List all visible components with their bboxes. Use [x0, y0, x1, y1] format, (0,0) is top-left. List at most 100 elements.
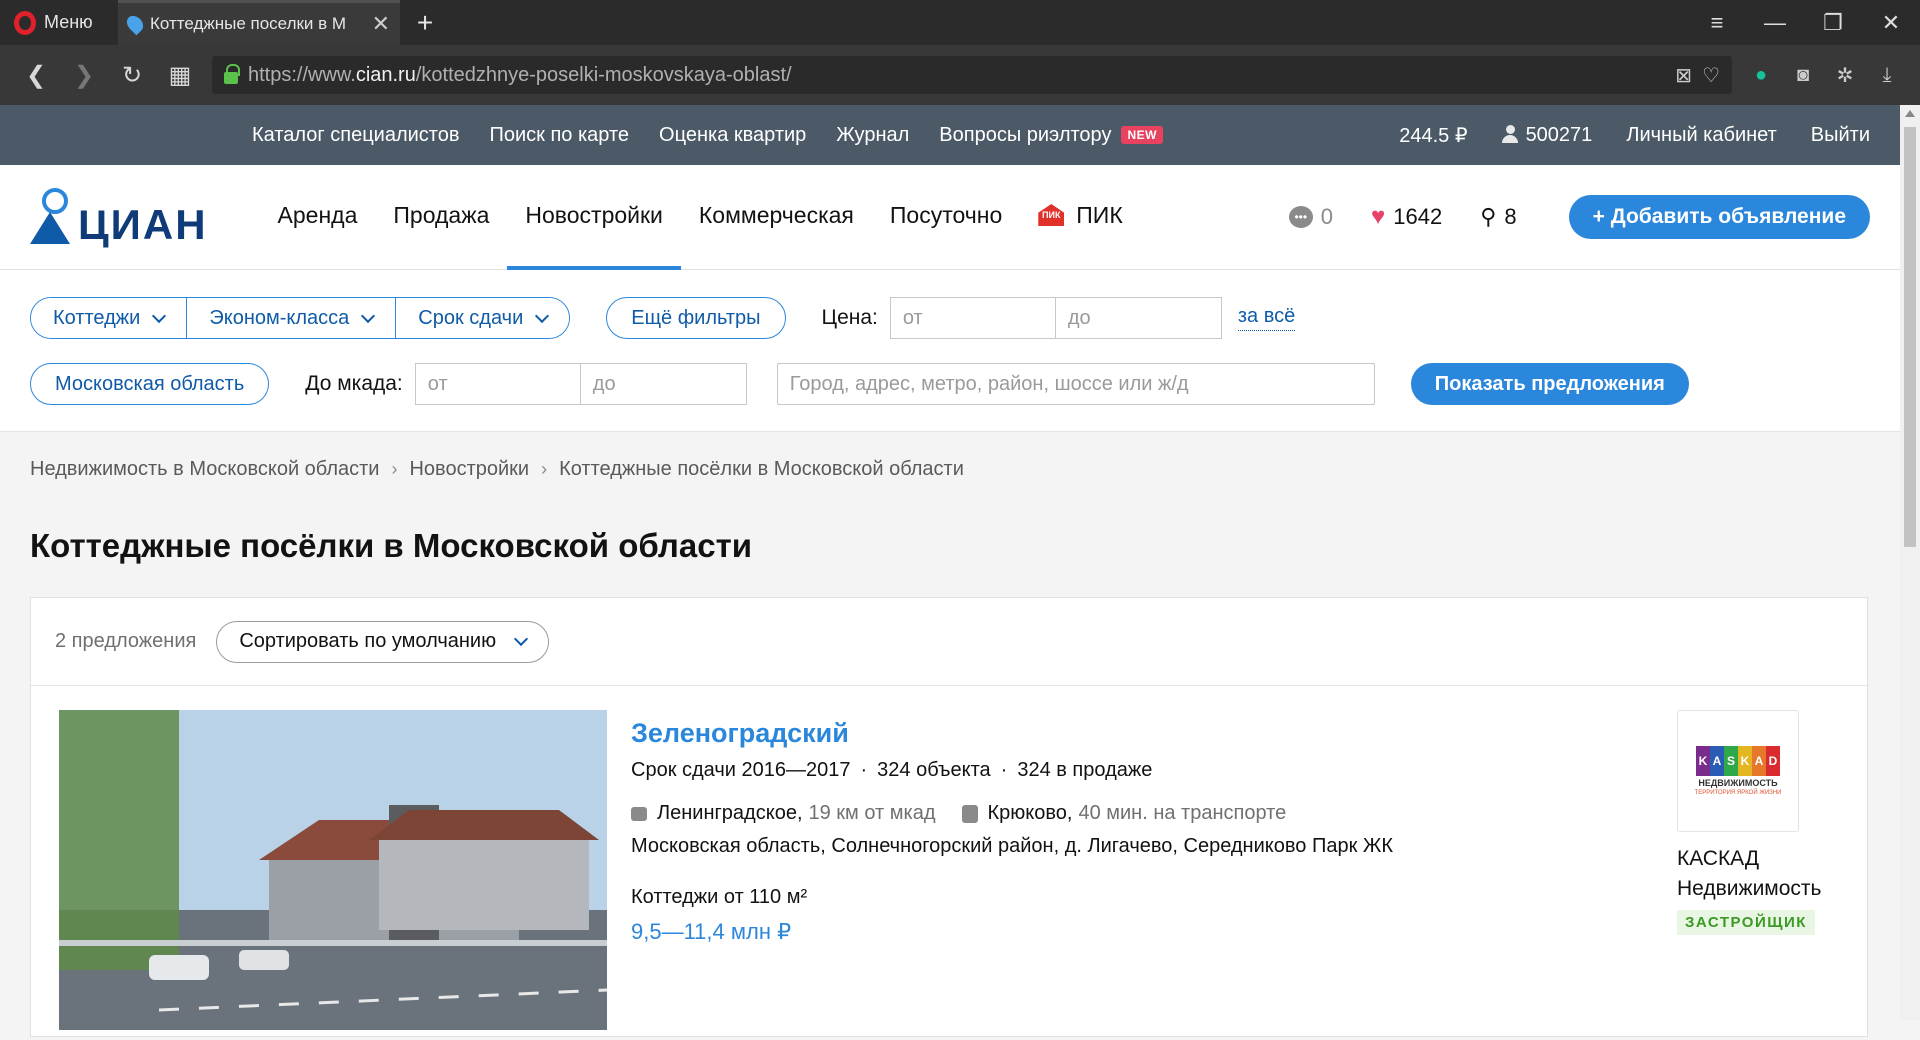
minimize-icon[interactable]: — [1746, 10, 1804, 36]
train-icon [961, 804, 978, 823]
address-search-input[interactable]: Город, адрес, метро, район, шоссе или ж/… [776, 363, 1375, 405]
cottage-photo-image [59, 710, 607, 1030]
user-icon [1501, 124, 1518, 143]
listing-geo: Ленинградское, 19 км от мкад Крюково, 40… [631, 802, 1531, 825]
listing-price[interactable]: 9,5—11,4 млн ₽ [631, 919, 1531, 945]
new-tab-button[interactable]: + [400, 0, 450, 45]
listing-card[interactable]: Зеленоградский Срок сдачи 2016—2017 · 324 … [59, 710, 1839, 1040]
reload-icon[interactable]: ↻ [108, 55, 156, 95]
region-button[interactable]: Московская область [30, 363, 270, 405]
site-topbar: Каталог специалистов Поиск по карте Оцен… [0, 105, 1900, 165]
address-bar: ❮ ❯ ↻ ▦ https://www.cian.ru/kottedzhnye-… [0, 45, 1920, 105]
filter-type-dropdown[interactable]: Коттеджи [31, 298, 188, 338]
site-header: ЦИАН Аренда Продажа Новостройки Коммерче… [0, 165, 1900, 270]
close-window-icon[interactable]: ✕ [1862, 10, 1920, 36]
nav-commercial[interactable]: Коммерческая [681, 165, 872, 270]
nav-sale[interactable]: Продажа [375, 165, 507, 270]
cian-logo-icon [30, 188, 70, 246]
filter-class-dropdown[interactable]: Эконом-класса [187, 298, 397, 338]
scroll-up-icon[interactable] [1905, 110, 1915, 117]
mkad-to-input[interactable]: до [580, 363, 747, 405]
offers-count: 2 предложения [55, 630, 197, 652]
heart-icon: ♥ [1371, 203, 1386, 230]
close-tab-icon[interactable]: ✕ [372, 11, 390, 37]
listing-area: Коттеджи от 110 м² [631, 886, 808, 908]
cian-logo[interactable]: ЦИАН [30, 188, 208, 246]
topbar-link-valuation[interactable]: Оценка квартир [659, 124, 806, 147]
lock-icon [224, 64, 240, 84]
grammarly-icon[interactable]: ● [1740, 64, 1782, 87]
browser-tab[interactable]: Коттеджные поселки в М ✕ [118, 0, 400, 45]
price-label: Цена: [821, 306, 878, 329]
user-id-link[interactable]: 500271 [1501, 124, 1592, 147]
chevron-down-icon [514, 631, 529, 647]
developer-badge: ЗАСТРОЙЩИК [1677, 910, 1815, 935]
topbar-link-map[interactable]: Поиск по карте [490, 124, 630, 147]
price-from-input[interactable]: от [889, 297, 1056, 339]
more-filters-button[interactable]: Ещё фильтры [606, 297, 786, 339]
listing-title[interactable]: Зеленоградский [631, 718, 1531, 749]
price-to-input[interactable]: до [1055, 297, 1222, 339]
topbar-link-specialists[interactable]: Каталог специалистов [252, 124, 460, 147]
show-offers-button[interactable]: Показать предложения [1410, 363, 1689, 405]
developer-name[interactable]: КАСКАД Недвижимость [1677, 844, 1857, 904]
price-unit-toggle[interactable]: за всё [1237, 305, 1296, 331]
url-field[interactable]: https://www.cian.ru/kottedzhnye-poselki-… [212, 56, 1732, 94]
filter-deadline-dropdown[interactable]: Срок сдачи [396, 298, 570, 338]
listing-container: 2 предложения Сортировать по умолчанию З… [30, 597, 1868, 1037]
nav-new-buildings[interactable]: Новостройки [507, 165, 681, 270]
browser-tabbar: Меню Коттеджные поселки в М ✕ + ≡ — ❐ ✕ [0, 0, 1920, 45]
developer-block[interactable]: K A S K A D НЕДВИЖИМОСТЬ ТЕРРИТОРИЯ ЯРКО… [1677, 710, 1857, 935]
messages-counter[interactable]: ••• 0 [1288, 204, 1333, 230]
breadcrumb-item[interactable]: Недвижимость в Московской области [30, 458, 379, 481]
listing-photo[interactable] [59, 710, 607, 1030]
pik-logo-icon: ПИК [1038, 204, 1065, 226]
breadcrumb-item-current: Коттеджные посёлки в Московской области [559, 458, 964, 480]
balance[interactable]: 244.5 ₽ [1399, 123, 1467, 148]
notifications-counter[interactable]: ⚲ 8 [1480, 204, 1516, 230]
back-icon[interactable]: ❮ [12, 55, 60, 95]
new-badge: NEW [1121, 126, 1163, 144]
camera-icon[interactable]: ◙ [1782, 64, 1824, 87]
map-pin-icon [123, 12, 147, 36]
sort-dropdown[interactable]: Сортировать по умолчанию [216, 620, 550, 663]
nav-rent[interactable]: Аренда [260, 165, 376, 270]
favorites-counter[interactable]: ♥ 1642 [1371, 203, 1442, 231]
nav-pik[interactable]: ПИК ПИК [1020, 165, 1140, 270]
breadcrumb: Недвижимость в Московской области › Ново… [30, 458, 964, 481]
logo-text: ЦИАН [78, 201, 208, 248]
tab-menu-icon[interactable]: ≡ [1688, 10, 1746, 36]
search-bell-icon: ⚲ [1480, 204, 1497, 229]
adblock-icon[interactable]: ⊠ [1675, 63, 1692, 88]
chevron-down-icon [361, 308, 376, 323]
opera-logo-icon [14, 10, 36, 35]
tab-title: Коттеджные поселки в М [150, 14, 347, 33]
download-icon[interactable]: ⤓ [1866, 64, 1908, 87]
chevron-right-icon: › [391, 459, 398, 479]
developer-logo[interactable]: K A S K A D НЕДВИЖИМОСТЬ ТЕРРИТОРИЯ ЯРКО… [1677, 710, 1799, 832]
forward-icon[interactable]: ❯ [60, 55, 108, 95]
filter-group: Коттеджи Эконом-класса Срок сдачи [30, 297, 571, 339]
topbar-link-questions[interactable]: Вопросы риэлтору [939, 124, 1111, 147]
topbar-link-journal[interactable]: Журнал [836, 124, 909, 147]
add-listing-button[interactable]: + Добавить объявление [1568, 195, 1870, 239]
breadcrumb-item[interactable]: Новостройки [409, 458, 529, 481]
restore-icon[interactable]: ❐ [1804, 10, 1862, 36]
main-nav: Аренда Продажа Новостройки Коммерческая … [260, 165, 1141, 270]
mkad-from-input[interactable]: от [414, 363, 581, 405]
chat-icon: ••• [1288, 206, 1313, 228]
menu-label: Меню [44, 12, 93, 32]
opera-menu-button[interactable]: Меню [0, 0, 118, 45]
bookmark-heart-icon[interactable]: ♡ [1702, 63, 1720, 88]
chevron-right-icon: › [541, 459, 548, 479]
filter-panel: Коттеджи Эконом-класса Срок сдачи Ещё фи… [0, 270, 1900, 432]
cabinet-link[interactable]: Личный кабинет [1626, 124, 1776, 147]
vpn-icon[interactable]: ✲ [1824, 63, 1866, 88]
page-scrollbar[interactable] [1900, 105, 1920, 1020]
listing-address: Московская область, Солнечногорский райо… [631, 835, 1393, 857]
scrollbar-thumb[interactable] [1904, 127, 1916, 547]
logout-link[interactable]: Выйти [1811, 124, 1870, 147]
nav-daily[interactable]: Посуточно [872, 165, 1020, 270]
page-title: Коттеджные посёлки в Московской области [30, 527, 753, 564]
speed-dial-icon[interactable]: ▦ [156, 55, 204, 95]
